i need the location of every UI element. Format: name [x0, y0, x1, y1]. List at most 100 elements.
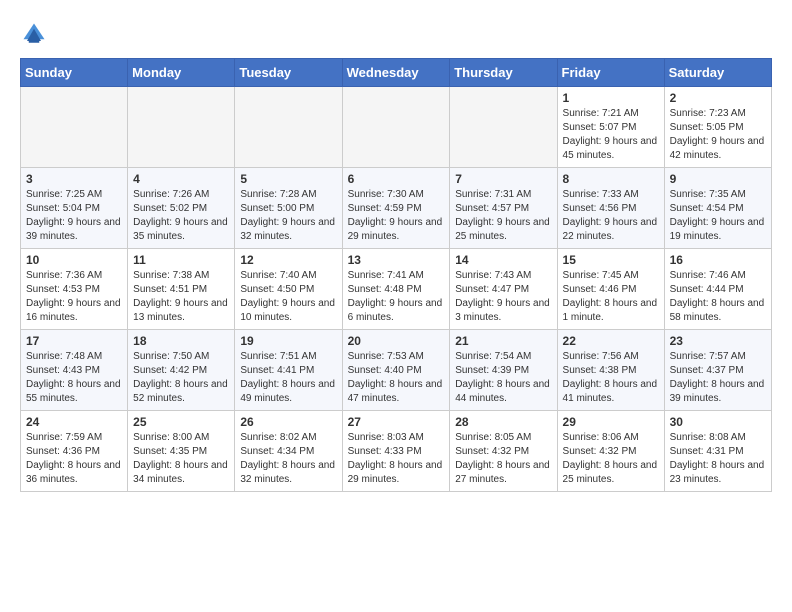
day-info: Sunrise: 7:25 AMSunset: 5:04 PMDaylight:…: [26, 188, 122, 244]
day-number: 30: [670, 415, 766, 429]
day-info: Sunrise: 7:50 AMSunset: 4:42 PMDaylight:…: [133, 350, 229, 406]
calendar-header-row: SundayMondayTuesdayWednesdayThursdayFrid…: [21, 59, 772, 87]
day-info: Sunrise: 8:08 AMSunset: 4:31 PMDaylight:…: [670, 431, 766, 487]
day-number: 10: [26, 253, 122, 267]
calendar-cell: 21 Sunrise: 7:54 AMSunset: 4:39 PMDayligh…: [450, 330, 557, 411]
day-number: 7: [455, 172, 551, 186]
day-number: 24: [26, 415, 122, 429]
day-number: 18: [133, 334, 229, 348]
day-number: 4: [133, 172, 229, 186]
day-number: 6: [348, 172, 445, 186]
day-info: Sunrise: 7:23 AMSunset: 5:05 PMDaylight:…: [670, 107, 766, 163]
day-info: Sunrise: 7:36 AMSunset: 4:53 PMDaylight:…: [26, 269, 122, 325]
day-number: 14: [455, 253, 551, 267]
day-info: Sunrise: 7:35 AMSunset: 4:54 PMDaylight:…: [670, 188, 766, 244]
calendar-cell: [235, 87, 342, 168]
day-number: 25: [133, 415, 229, 429]
day-number: 8: [563, 172, 659, 186]
day-info: Sunrise: 7:54 AMSunset: 4:39 PMDaylight:…: [455, 350, 551, 406]
day-number: 16: [670, 253, 766, 267]
day-info: Sunrise: 8:05 AMSunset: 4:32 PMDaylight:…: [455, 431, 551, 487]
day-number: 3: [26, 172, 122, 186]
calendar-cell: 13 Sunrise: 7:41 AMSunset: 4:48 PMDayligh…: [342, 249, 450, 330]
calendar-cell: 10 Sunrise: 7:36 AMSunset: 4:53 PMDayligh…: [21, 249, 128, 330]
day-number: 9: [670, 172, 766, 186]
calendar-cell: 30 Sunrise: 8:08 AMSunset: 4:31 PMDayligh…: [664, 411, 771, 492]
calendar-cell: 29 Sunrise: 8:06 AMSunset: 4:32 PMDayligh…: [557, 411, 664, 492]
day-info: Sunrise: 8:00 AMSunset: 4:35 PMDaylight:…: [133, 431, 229, 487]
calendar-cell: [21, 87, 128, 168]
day-info: Sunrise: 8:06 AMSunset: 4:32 PMDaylight:…: [563, 431, 659, 487]
day-info: Sunrise: 7:38 AMSunset: 4:51 PMDaylight:…: [133, 269, 229, 325]
day-number: 22: [563, 334, 659, 348]
day-number: 28: [455, 415, 551, 429]
calendar-cell: [450, 87, 557, 168]
logo-icon: [20, 20, 48, 48]
calendar-cell: 1Sunrise: 7:21 AMSunset: 5:07 PMDaylight…: [557, 87, 664, 168]
day-info: Sunrise: 7:21 AMSunset: 5:07 PMDaylight:…: [563, 107, 659, 163]
weekday-header: Sunday: [21, 59, 128, 87]
calendar-cell: 11 Sunrise: 7:38 AMSunset: 4:51 PMDayligh…: [128, 249, 235, 330]
day-number: 17: [26, 334, 122, 348]
day-info: Sunrise: 7:31 AMSunset: 4:57 PMDaylight:…: [455, 188, 551, 244]
day-number: 5: [240, 172, 336, 186]
calendar-cell: 22 Sunrise: 7:56 AMSunset: 4:38 PMDayligh…: [557, 330, 664, 411]
weekday-header: Thursday: [450, 59, 557, 87]
calendar-cell: 4 Sunrise: 7:26 AMSunset: 5:02 PMDaylight…: [128, 168, 235, 249]
day-number: 13: [348, 253, 445, 267]
day-number: 21: [455, 334, 551, 348]
day-number: 2: [670, 91, 766, 105]
day-info: Sunrise: 7:48 AMSunset: 4:43 PMDaylight:…: [26, 350, 122, 406]
weekday-header: Monday: [128, 59, 235, 87]
calendar-cell: [128, 87, 235, 168]
calendar-cell: 16Sunrise: 7:46 AMSunset: 4:44 PMDayligh…: [664, 249, 771, 330]
calendar-week-row: 10 Sunrise: 7:36 AMSunset: 4:53 PMDayligh…: [21, 249, 772, 330]
calendar-cell: 25 Sunrise: 8:00 AMSunset: 4:35 PMDayligh…: [128, 411, 235, 492]
day-info: Sunrise: 7:59 AMSunset: 4:36 PMDaylight:…: [26, 431, 122, 487]
day-info: Sunrise: 7:40 AMSunset: 4:50 PMDaylight:…: [240, 269, 336, 325]
calendar-cell: 24 Sunrise: 7:59 AMSunset: 4:36 PMDayligh…: [21, 411, 128, 492]
calendar-cell: 12 Sunrise: 7:40 AMSunset: 4:50 PMDayligh…: [235, 249, 342, 330]
calendar-cell: 8 Sunrise: 7:33 AMSunset: 4:56 PMDaylight…: [557, 168, 664, 249]
calendar-week-row: 17 Sunrise: 7:48 AMSunset: 4:43 PMDayligh…: [21, 330, 772, 411]
day-number: 11: [133, 253, 229, 267]
calendar-cell: 6Sunrise: 7:30 AMSunset: 4:59 PMDaylight…: [342, 168, 450, 249]
calendar-cell: 9 Sunrise: 7:35 AMSunset: 4:54 PMDaylight…: [664, 168, 771, 249]
calendar-cell: 15Sunrise: 7:45 AMSunset: 4:46 PMDayligh…: [557, 249, 664, 330]
day-number: 12: [240, 253, 336, 267]
calendar-table: SundayMondayTuesdayWednesdayThursdayFrid…: [20, 58, 772, 492]
day-info: Sunrise: 7:41 AMSunset: 4:48 PMDaylight:…: [348, 269, 445, 325]
day-number: 23: [670, 334, 766, 348]
day-info: Sunrise: 7:33 AMSunset: 4:56 PMDaylight:…: [563, 188, 659, 244]
calendar-cell: 17 Sunrise: 7:48 AMSunset: 4:43 PMDayligh…: [21, 330, 128, 411]
day-number: 26: [240, 415, 336, 429]
day-number: 27: [348, 415, 445, 429]
day-info: Sunrise: 7:53 AMSunset: 4:40 PMDaylight:…: [348, 350, 445, 406]
weekday-header: Saturday: [664, 59, 771, 87]
calendar-cell: 2 Sunrise: 7:23 AMSunset: 5:05 PMDaylight…: [664, 87, 771, 168]
day-info: Sunrise: 8:02 AMSunset: 4:34 PMDaylight:…: [240, 431, 336, 487]
weekday-header: Friday: [557, 59, 664, 87]
day-info: Sunrise: 7:45 AMSunset: 4:46 PMDaylight:…: [563, 269, 659, 325]
calendar-cell: 28 Sunrise: 8:05 AMSunset: 4:32 PMDayligh…: [450, 411, 557, 492]
calendar-cell: 27Sunrise: 8:03 AMSunset: 4:33 PMDayligh…: [342, 411, 450, 492]
calendar-cell: 3 Sunrise: 7:25 AMSunset: 5:04 PMDaylight…: [21, 168, 128, 249]
day-number: 29: [563, 415, 659, 429]
calendar-cell: 19 Sunrise: 7:51 AMSunset: 4:41 PMDayligh…: [235, 330, 342, 411]
calendar-cell: 7 Sunrise: 7:31 AMSunset: 4:57 PMDaylight…: [450, 168, 557, 249]
calendar-cell: 14 Sunrise: 7:43 AMSunset: 4:47 PMDayligh…: [450, 249, 557, 330]
day-info: Sunrise: 7:57 AMSunset: 4:37 PMDaylight:…: [670, 350, 766, 406]
weekday-header: Tuesday: [235, 59, 342, 87]
day-info: Sunrise: 7:43 AMSunset: 4:47 PMDaylight:…: [455, 269, 551, 325]
calendar-cell: 20 Sunrise: 7:53 AMSunset: 4:40 PMDayligh…: [342, 330, 450, 411]
calendar-week-row: 24 Sunrise: 7:59 AMSunset: 4:36 PMDayligh…: [21, 411, 772, 492]
day-number: 19: [240, 334, 336, 348]
day-number: 20: [348, 334, 445, 348]
header: [20, 20, 772, 48]
calendar-cell: 26 Sunrise: 8:02 AMSunset: 4:34 PMDayligh…: [235, 411, 342, 492]
weekday-header: Wednesday: [342, 59, 450, 87]
day-info: Sunrise: 7:56 AMSunset: 4:38 PMDaylight:…: [563, 350, 659, 406]
day-info: Sunrise: 7:51 AMSunset: 4:41 PMDaylight:…: [240, 350, 336, 406]
day-info: Sunrise: 7:26 AMSunset: 5:02 PMDaylight:…: [133, 188, 229, 244]
calendar-cell: 5Sunrise: 7:28 AMSunset: 5:00 PMDaylight…: [235, 168, 342, 249]
